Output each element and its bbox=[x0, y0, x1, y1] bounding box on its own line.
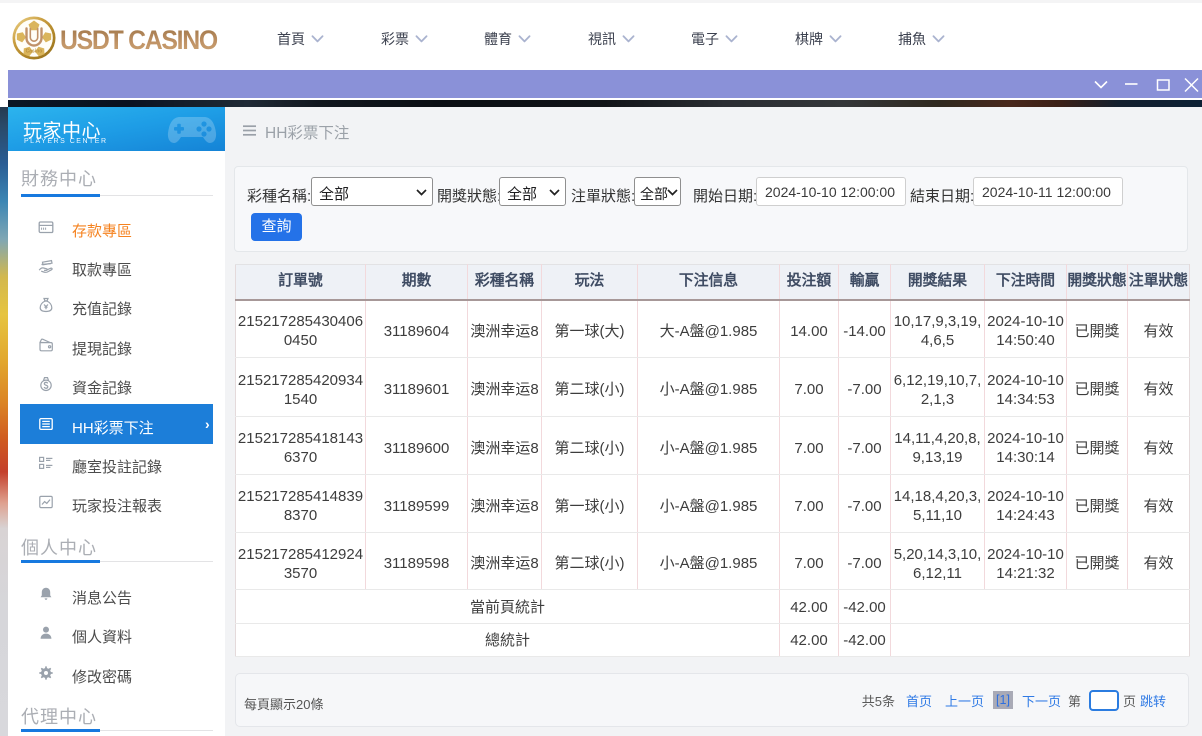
svg-text:Casino: Casino bbox=[26, 49, 43, 55]
